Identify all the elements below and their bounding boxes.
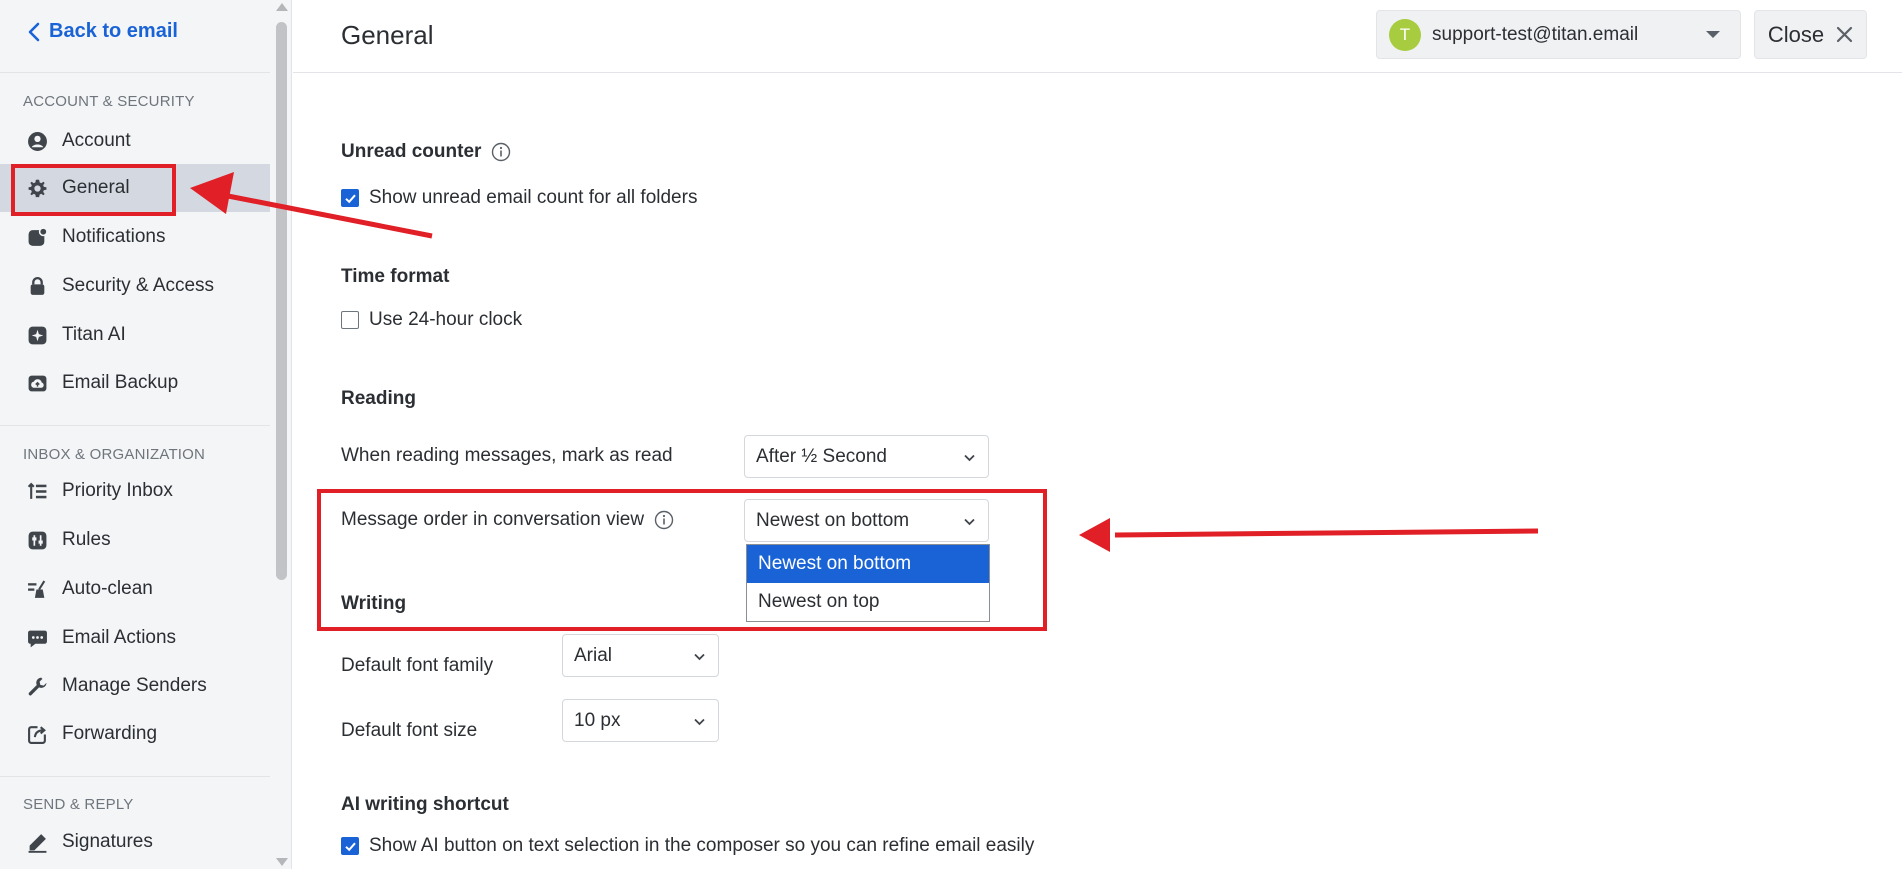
annotation-arrow-order-head (1079, 518, 1110, 552)
annotation-arrow-general-head (190, 172, 234, 214)
annotation-arrow-order-line (1114, 528, 1539, 538)
annotation-arrows (190, 172, 1539, 552)
annotation-arrow-general-line (227, 193, 433, 239)
